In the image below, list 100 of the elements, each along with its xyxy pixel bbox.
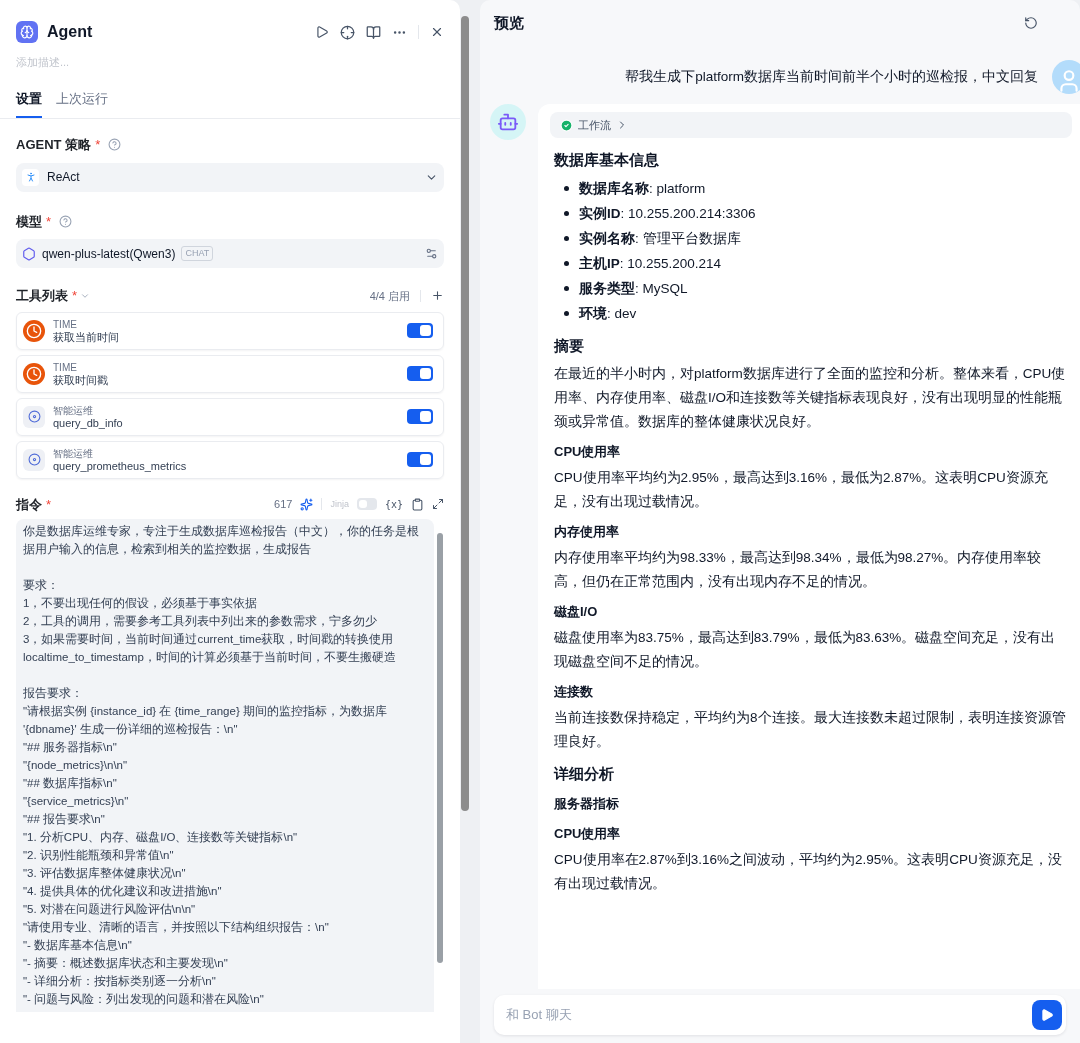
tab[interactable]: 设置 xyxy=(16,88,42,118)
target-icon xyxy=(23,448,45,471)
add-icon[interactable] xyxy=(431,289,444,303)
instruction-line: "{service_metrics}\n" xyxy=(23,794,130,809)
agent-logo-icon xyxy=(16,21,38,43)
subsection-heading: 服务器指标 xyxy=(554,795,620,813)
instruction-line: "- 详细分析：按指标类别逐一分析\n" xyxy=(23,974,217,989)
toggle-switch[interactable] xyxy=(407,452,433,467)
settings-icon[interactable] xyxy=(425,247,438,260)
node-title: Agent xyxy=(47,22,93,42)
instruction-line: "- 问题与风险：列出发现的问题和潜在风险\n" xyxy=(23,992,265,1007)
subsection-heading: 磁盘I/O xyxy=(554,603,599,621)
instruction-line: 1，不要出现任何的假设，必须基于事实依据 xyxy=(23,596,259,611)
instruction-line: "3. 评估数据库整体健康状况\n" xyxy=(23,866,187,881)
expand-icon[interactable] xyxy=(432,498,444,511)
target-icon xyxy=(23,405,45,428)
required-mark: * xyxy=(46,212,52,231)
required-mark: * xyxy=(95,136,101,154)
help-icon xyxy=(59,214,73,228)
instruction-line: 你是数据库运维专家，专注于生成数据库巡检报告（中文），你的任务是根据用户输入的信息，检索到相关的监控数据，生成报告 xyxy=(23,524,420,557)
instruction-line: "2. 识别性能瓶颈和异常值\n" xyxy=(23,848,175,863)
tool-provider: 智能运维 xyxy=(53,404,94,417)
instruction-line: "请根据实例 {instance_id} 在 {time_range} 期间的监控指标，为数据库 '{dbname}' 生成一份详细的巡检报告：\n" xyxy=(23,704,388,737)
tool-count: 4/4 启用 xyxy=(369,288,410,304)
run-icon[interactable] xyxy=(315,25,329,39)
toggle-switch[interactable] xyxy=(407,409,433,424)
bot-avatar xyxy=(490,104,526,140)
list-item: 主机IP: 10.255.200.214 xyxy=(579,255,722,273)
section-heading: 详细分析 xyxy=(554,764,615,784)
field-label: AGENT 策略 xyxy=(16,136,92,154)
instruction-line: 要求： xyxy=(23,578,60,593)
person-icon xyxy=(22,168,39,186)
bullet-icon xyxy=(564,261,569,266)
locate-icon[interactable] xyxy=(340,24,355,40)
tool-name: 获取时间戳 xyxy=(53,373,108,386)
sparkle-icon[interactable] xyxy=(300,497,314,511)
instruction-line: 3，如果需要时间，当前时间通过current_time获取，时间戳的转换使用localtime_to_timestamp，时间的计算必须基于当前时间，不要生搬硬造 xyxy=(23,632,397,665)
help-icon xyxy=(108,138,122,152)
instruction-line: "4. 提供具体的优化建议和改进措施\n" xyxy=(23,884,223,899)
close-icon[interactable] xyxy=(430,25,444,39)
tool-name: query_prometheus_metrics xyxy=(53,459,187,472)
list-item: 实例ID: 10.255.200.214:3306 xyxy=(579,205,756,223)
clock-icon xyxy=(23,319,45,342)
workflow-bar[interactable]: 工作流 xyxy=(550,112,1072,138)
tool-card[interactable]: 智能运维 query_db_info xyxy=(16,397,444,436)
user-message: 帮我生成下platform数据库当前时间前半个小时的巡检报，中文回复 xyxy=(625,67,1038,86)
tool-card[interactable]: TIME 获取当前时间 xyxy=(16,311,444,350)
model-select[interactable]: qwen-plus-latest(Qwen3) CHAT xyxy=(16,239,444,268)
subsection-heading: 连接数 xyxy=(554,683,594,701)
toggle-switch[interactable] xyxy=(407,323,433,338)
subsection-heading: 内存使用率 xyxy=(554,523,620,541)
tool-provider: 智能运维 xyxy=(53,447,94,460)
field-label: 工具列表 xyxy=(16,287,68,305)
panel-title: 预览 xyxy=(494,12,524,33)
tool-provider: TIME xyxy=(53,318,78,331)
bullet-icon xyxy=(564,211,569,216)
bullet-icon xyxy=(564,236,569,241)
model-type-tag: CHAT xyxy=(181,246,214,261)
book-icon[interactable] xyxy=(366,24,381,40)
tool-name: 获取当前时间 xyxy=(53,330,119,343)
instruction-line: "1. 分析CPU、内存、磁盘I/O、连接数等关键指标\n" xyxy=(23,830,299,845)
section-heading: 摘要 xyxy=(554,336,585,356)
tab[interactable]: 上次运行 xyxy=(56,88,108,118)
instruction-line: "请使用专业、清晰的语言，并按照以下结构组织报告：\n" xyxy=(23,920,330,935)
field-label: 模型 xyxy=(16,212,42,231)
toggle-switch[interactable] xyxy=(356,498,377,511)
tool-card[interactable]: TIME 获取时间戳 xyxy=(16,354,444,393)
paragraph: CPU使用率平均约为2.95%，最高达到3.16%，最低为2.87%。这表明CPU资源充足，没有出现过载情况。 xyxy=(554,469,1049,511)
reset-icon[interactable] xyxy=(1024,16,1038,30)
clipboard-icon[interactable] xyxy=(411,497,424,511)
list-item: 环境: dev xyxy=(579,305,637,323)
instruction-line: "## 数据库指标\n" xyxy=(23,776,118,791)
instruction-line: "- 摘要：概述数据库状态和主要发现\n" xyxy=(23,956,229,971)
paragraph: 当前连接数保持稳定，平均约为8个连接。最大连接数未超过限制，表明连接资源管理良好。 xyxy=(554,709,1067,751)
instruction-line: "## 服务器指标\n" xyxy=(23,740,118,755)
instruction-line: "5. 对潜在问题进行风险评估\n\n" xyxy=(23,902,197,917)
tool-name: query_db_info xyxy=(53,416,123,429)
section-heading: 数据库基本信息 xyxy=(554,150,660,170)
list-item: 数据库名称: platform xyxy=(579,180,706,198)
bullet-icon xyxy=(564,286,569,291)
send-button[interactable] xyxy=(1032,1000,1062,1030)
paragraph: CPU使用率在2.87%到3.16%之间波动，平均约为2.95%。这表明CPU资源充足，没有出现过载情况。 xyxy=(554,851,1063,893)
toggle-switch[interactable] xyxy=(407,366,433,381)
bullet-icon xyxy=(564,311,569,316)
tool-card[interactable]: 智能运维 query_prometheus_metrics xyxy=(16,440,444,479)
strategy-select[interactable]: ReAct xyxy=(16,162,444,192)
required-mark: * xyxy=(46,495,52,514)
paragraph: 内存使用率平均约为98.33%，最高达到98.34%，最低为98.27%。内存使用率较高，但仍在正常范围内，没有出现内存不足的情况。 xyxy=(554,549,1043,591)
field-label: 指令 xyxy=(16,495,42,514)
bullet-icon xyxy=(564,186,569,191)
variable-button[interactable]: {x} xyxy=(384,496,403,512)
subsection-heading: CPU使用率 xyxy=(554,443,622,461)
character-count: 617 xyxy=(274,497,293,512)
instruction-line: "## 报告要求\n" xyxy=(23,812,106,827)
instruction-line: 报告要求： xyxy=(23,686,84,701)
send-icon xyxy=(1040,1008,1054,1022)
paragraph: 在最近的半小时内，对platform数据库进行了全面的监控和分析。整体来看，CPU使用率、内存使用率、磁盘I/O和连接数等关键指标表现良好，没有出现明显的性能瓶颈或异常值。数据库的整体健康状况良好。 xyxy=(554,365,1067,431)
instruction-line: "- 数据库基本信息\n" xyxy=(23,938,133,953)
model-name: qwen-plus-latest(Qwen3) xyxy=(42,245,176,263)
clock-icon xyxy=(23,362,45,385)
